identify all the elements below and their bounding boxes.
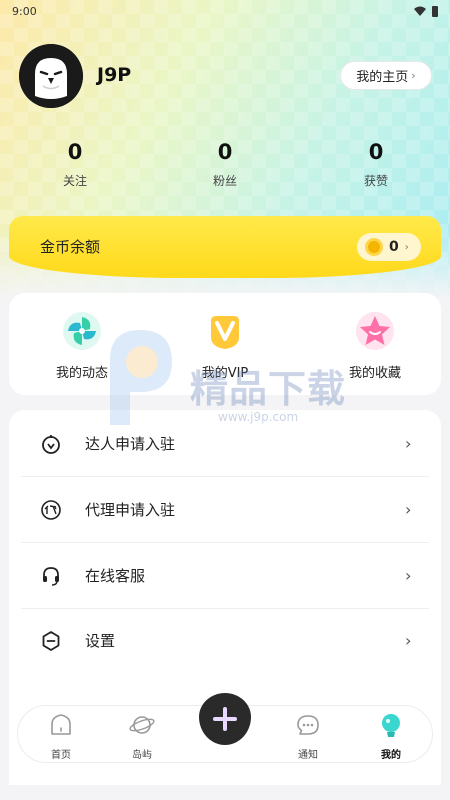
menu-item-label: 达人申请入驻 xyxy=(85,435,176,453)
gold-balance-pill[interactable]: 0 › xyxy=(357,233,421,261)
gold-balance-card[interactable]: 金币余额 0 › xyxy=(9,216,441,278)
chevron-right-icon: › xyxy=(405,434,412,453)
bird-avatar-icon xyxy=(19,44,83,108)
settings-icon xyxy=(42,630,60,651)
gold-balance-label: 金币余额 xyxy=(40,238,101,256)
tab-notifications[interactable]: 通知 xyxy=(278,712,338,761)
tab-label: 通知 xyxy=(298,750,318,761)
stat-label: 获赞 xyxy=(363,174,388,188)
stat-followers[interactable]: 0 粉丝 xyxy=(185,138,265,189)
stat-value: 0 xyxy=(368,140,384,164)
my-homepage-button[interactable]: 我的主页 › xyxy=(340,61,432,90)
talent-icon xyxy=(42,434,60,454)
gold-balance-amount: 0 xyxy=(389,239,399,255)
wifi-icon xyxy=(414,6,426,16)
plus-icon xyxy=(213,707,237,731)
stat-following[interactable]: 0 关注 xyxy=(35,138,115,189)
status-icons xyxy=(414,5,438,17)
chevron-right-icon: › xyxy=(405,500,412,519)
avatar[interactable] xyxy=(19,44,83,108)
stat-label: 关注 xyxy=(62,174,87,188)
status-time: 9:00 xyxy=(12,4,37,18)
menu-item-customer-service[interactable]: 在线客服 › xyxy=(9,543,441,608)
stat-likes[interactable]: 0 获赞 xyxy=(336,138,416,189)
pinwheel-icon xyxy=(63,312,101,350)
tab-home[interactable]: 首页 xyxy=(31,712,91,761)
stat-value: 0 xyxy=(67,140,83,164)
star-icon xyxy=(356,312,394,350)
tab-label: 我的 xyxy=(381,750,401,761)
chevron-right-icon: › xyxy=(411,69,416,82)
tab-mine[interactable]: 我的 xyxy=(361,712,421,761)
coin-icon xyxy=(365,238,383,256)
headset-icon xyxy=(43,566,59,586)
my-homepage-label: 我的主页 xyxy=(356,70,409,85)
watermark-url: www.j9p.com xyxy=(218,410,299,424)
menu-item-label: 在线客服 xyxy=(85,567,146,585)
chevron-right-icon: › xyxy=(405,631,412,650)
battery-icon xyxy=(432,5,438,17)
menu-item-settings[interactable]: 设置 › xyxy=(9,608,441,673)
menu-item-label: 代理申请入驻 xyxy=(85,501,176,519)
stat-value: 0 xyxy=(217,140,233,164)
system-nav-area xyxy=(0,785,450,800)
tab-label: 首页 xyxy=(51,750,71,761)
tab-label: 岛屿 xyxy=(132,750,152,761)
watermark: 精品下载 www.j9p.com xyxy=(100,330,360,430)
watermark-title: 精品下载 xyxy=(190,367,347,411)
agent-icon xyxy=(41,499,61,520)
menu-item-agent-apply[interactable]: 代理申请入驻 › xyxy=(9,477,441,542)
status-bar: 9:00 xyxy=(0,0,450,22)
home-icon xyxy=(51,714,71,735)
chevron-right-icon: › xyxy=(405,566,412,585)
stat-label: 粉丝 xyxy=(212,174,237,188)
chat-icon xyxy=(297,715,319,735)
tab-island[interactable]: 岛屿 xyxy=(112,712,172,761)
menu-item-label: 设置 xyxy=(85,632,116,650)
watermark-logo-icon xyxy=(110,330,172,425)
username: J9P xyxy=(97,64,132,86)
user-icon xyxy=(382,714,400,737)
chevron-right-icon: › xyxy=(404,241,409,253)
planet-icon xyxy=(129,716,155,734)
